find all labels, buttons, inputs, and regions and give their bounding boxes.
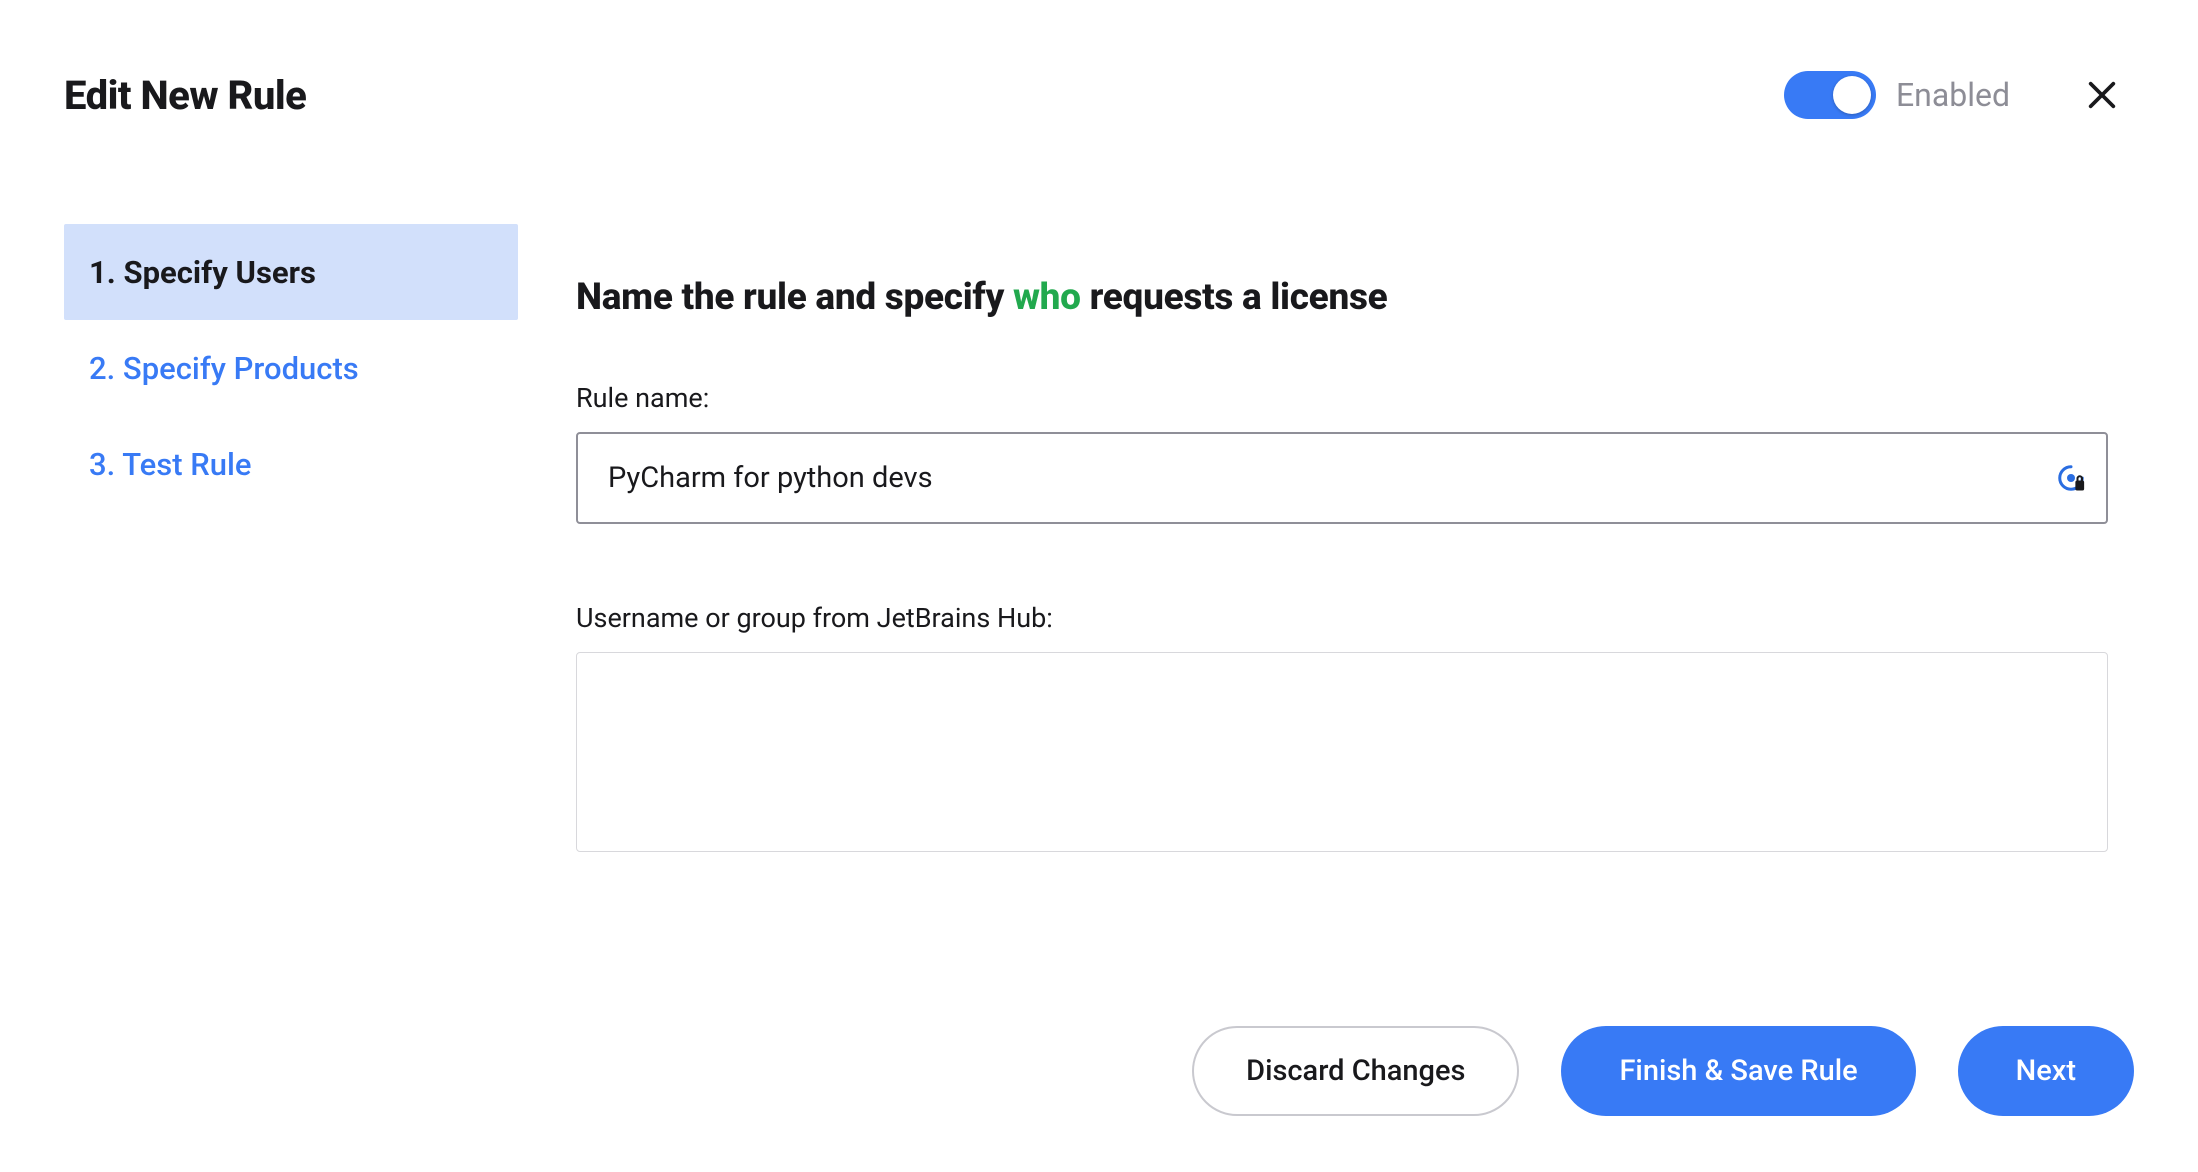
body: 1. Specify Users 2. Specify Products 3. … [64,224,2134,852]
close-icon [2085,78,2119,112]
step-label: 1. Specify Users [89,254,316,291]
main-content: Name the rule and specify who requests a… [524,224,2134,852]
rule-name-label: Rule name: [576,382,2134,414]
step-label: 2. Specify Products [89,350,359,387]
wizard-sidebar: 1. Specify Users 2. Specify Products 3. … [64,224,524,852]
step-test-rule[interactable]: 3. Test Rule [64,416,518,512]
users-label: Username or group from JetBrains Hub: [576,602,2134,634]
rule-name-input[interactable] [576,432,2108,524]
discard-changes-button[interactable]: Discard Changes [1192,1026,1519,1116]
step-label: 3. Test Rule [89,446,252,483]
close-button[interactable] [2078,71,2126,119]
heading-suffix: requests a license [1081,276,1388,319]
step-specify-users[interactable]: 1. Specify Users [64,224,518,320]
header: Edit New Rule Enabled [64,60,2134,130]
heading-highlight: who [1013,276,1081,319]
edit-rule-dialog: Edit New Rule Enabled 1. Specify Users [0,0,2198,1172]
footer-actions: Discard Changes Finish & Save Rule Next [1192,1026,2134,1116]
heading-prefix: Name the rule and specify [576,276,1013,319]
enabled-toggle-label: Enabled [1896,76,2010,114]
enabled-toggle-row: Enabled [1784,71,2010,119]
enabled-toggle[interactable] [1784,71,1876,119]
page-title: Edit New Rule [64,72,306,119]
header-controls: Enabled [1784,71,2134,119]
users-input[interactable] [576,652,2108,852]
finish-save-button[interactable]: Finish & Save Rule [1561,1026,1915,1116]
main-heading: Name the rule and specify who requests a… [576,274,2134,322]
step-specify-products[interactable]: 2. Specify Products [64,320,518,416]
rule-name-block: Rule name: [576,382,2134,524]
next-button[interactable]: Next [1958,1026,2134,1116]
toggle-knob [1833,76,1871,114]
users-block: Username or group from JetBrains Hub: [576,602,2134,852]
